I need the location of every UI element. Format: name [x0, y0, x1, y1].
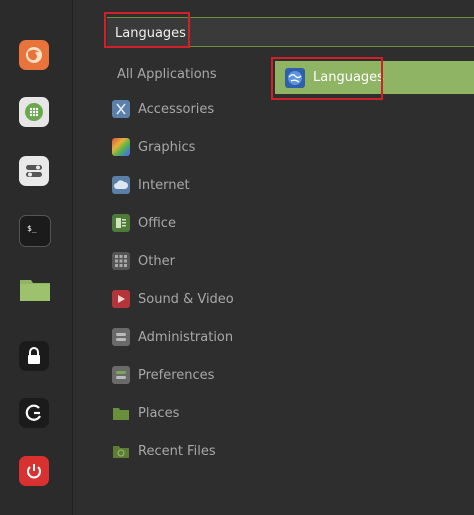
category-places[interactable]: Places — [112, 401, 179, 425]
files-icon[interactable] — [19, 274, 51, 304]
search-box[interactable] — [107, 17, 474, 47]
lock-screen-icon[interactable] — [19, 341, 49, 371]
category-label: Other — [138, 253, 175, 269]
category-label: All Applications — [117, 66, 217, 82]
system-settings-icon[interactable] — [19, 156, 49, 186]
search-input[interactable] — [113, 21, 457, 45]
firefox-icon[interactable] — [19, 40, 49, 70]
internet-icon — [112, 176, 130, 194]
graphics-icon — [112, 138, 130, 156]
category-label: Office — [138, 215, 176, 231]
sound-video-icon — [112, 290, 130, 308]
category-label: Internet — [138, 177, 190, 193]
result-item-languages[interactable]: Languages — [275, 61, 474, 94]
software-manager-icon[interactable] — [19, 97, 49, 127]
category-recent-files[interactable]: Recent Files — [112, 439, 216, 463]
category-office[interactable]: Office — [112, 211, 176, 235]
category-label: Sound & Video — [138, 291, 234, 307]
category-label: Places — [138, 405, 180, 421]
category-all-applications[interactable]: All Applications — [117, 62, 217, 86]
result-label: Languages — [313, 70, 384, 85]
other-icon — [112, 252, 130, 270]
category-sound-video[interactable]: Sound & Video — [112, 287, 234, 311]
logout-icon[interactable] — [19, 398, 49, 428]
administration-icon — [112, 328, 130, 346]
svg-text:$_: $_ — [27, 224, 37, 233]
category-label: Preferences — [138, 367, 215, 383]
category-label: Graphics — [138, 139, 196, 155]
category-label: Recent Files — [138, 443, 216, 459]
category-label: Administration — [138, 329, 234, 345]
folder-icon — [112, 404, 130, 422]
accessories-icon — [112, 100, 130, 118]
office-icon — [112, 214, 130, 232]
terminal-icon[interactable]: $_ — [19, 215, 51, 247]
languages-icon — [285, 67, 305, 88]
category-internet[interactable]: Internet — [112, 173, 190, 197]
category-other[interactable]: Other — [112, 249, 175, 273]
category-accessories[interactable]: Accessories — [112, 97, 214, 121]
category-label: Accessories — [138, 101, 215, 117]
favorites-dock: $_ — [0, 0, 73, 515]
category-graphics[interactable]: Graphics — [112, 135, 195, 159]
preferences-icon — [112, 366, 130, 384]
category-preferences[interactable]: Preferences — [112, 363, 214, 387]
shutdown-icon[interactable] — [19, 456, 49, 486]
recent-folder-icon — [112, 442, 130, 460]
category-administration[interactable]: Administration — [112, 325, 233, 349]
